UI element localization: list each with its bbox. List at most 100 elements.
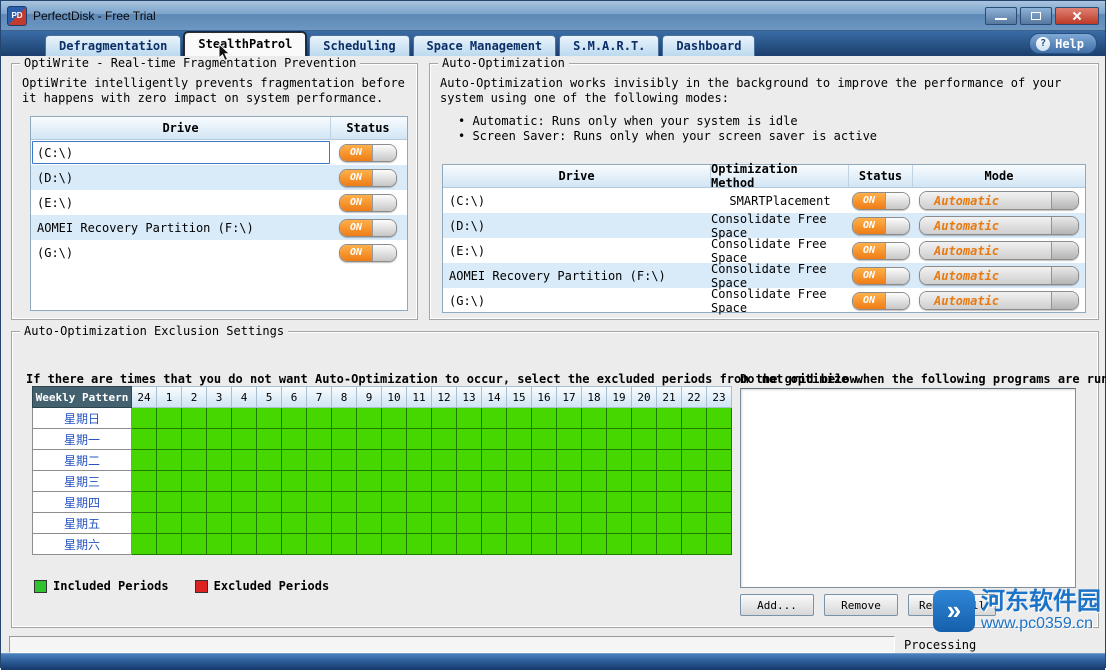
status-toggle[interactable]: ON	[339, 144, 397, 162]
period-cell[interactable]	[582, 471, 607, 492]
period-cell[interactable]	[607, 513, 632, 534]
period-cell[interactable]	[132, 513, 157, 534]
period-cell[interactable]	[457, 450, 482, 471]
period-cell[interactable]	[357, 408, 382, 429]
period-cell[interactable]	[282, 492, 307, 513]
period-cell[interactable]	[207, 471, 232, 492]
period-cell[interactable]	[482, 534, 507, 555]
period-cell[interactable]	[307, 408, 332, 429]
period-cell[interactable]	[657, 513, 682, 534]
day-label[interactable]: 星期日	[32, 408, 132, 429]
period-cell[interactable]	[332, 429, 357, 450]
period-cell[interactable]	[332, 534, 357, 555]
period-cell[interactable]	[507, 471, 532, 492]
table-row[interactable]: (C:\) SMARTPlacement ON Automatic	[443, 188, 1085, 213]
period-cell[interactable]	[207, 450, 232, 471]
period-cell[interactable]	[632, 492, 657, 513]
period-cell[interactable]	[432, 471, 457, 492]
period-cell[interactable]	[707, 408, 732, 429]
table-row[interactable]: (E:\) ON	[31, 190, 407, 215]
period-cell[interactable]	[232, 534, 257, 555]
period-cell[interactable]	[482, 513, 507, 534]
period-cell[interactable]	[307, 534, 332, 555]
period-cell[interactable]	[532, 429, 557, 450]
period-cell[interactable]	[682, 513, 707, 534]
period-cell[interactable]	[457, 471, 482, 492]
period-cell[interactable]	[557, 408, 582, 429]
period-cell[interactable]	[657, 471, 682, 492]
period-cell[interactable]	[182, 429, 207, 450]
period-cell[interactable]	[482, 408, 507, 429]
tab-stealthpatrol[interactable]: StealthPatrol	[184, 32, 306, 56]
period-cell[interactable]	[182, 450, 207, 471]
period-cell[interactable]	[707, 534, 732, 555]
period-cell[interactable]	[532, 492, 557, 513]
period-cell[interactable]	[282, 429, 307, 450]
period-cell[interactable]	[332, 513, 357, 534]
period-cell[interactable]	[657, 450, 682, 471]
table-row[interactable]: (G:\) ON	[31, 240, 407, 265]
period-cell[interactable]	[132, 450, 157, 471]
period-cell[interactable]	[507, 534, 532, 555]
period-cell[interactable]	[557, 450, 582, 471]
period-cell[interactable]	[632, 408, 657, 429]
period-cell[interactable]	[357, 534, 382, 555]
period-cell[interactable]	[382, 513, 407, 534]
period-cell[interactable]	[257, 471, 282, 492]
period-cell[interactable]	[157, 408, 182, 429]
period-cell[interactable]	[132, 471, 157, 492]
period-cell[interactable]	[482, 492, 507, 513]
period-cell[interactable]	[632, 450, 657, 471]
mode-button[interactable]: Automatic	[919, 216, 1079, 235]
period-cell[interactable]	[582, 492, 607, 513]
period-cell[interactable]	[257, 408, 282, 429]
period-cell[interactable]	[382, 450, 407, 471]
add-button[interactable]: Add...	[740, 594, 814, 616]
period-cell[interactable]	[407, 450, 432, 471]
period-cell[interactable]	[407, 429, 432, 450]
status-toggle[interactable]: ON	[852, 267, 910, 285]
period-cell[interactable]	[282, 408, 307, 429]
period-cell[interactable]	[607, 471, 632, 492]
period-cell[interactable]	[707, 429, 732, 450]
period-cell[interactable]	[632, 534, 657, 555]
period-cell[interactable]	[407, 513, 432, 534]
day-label[interactable]: 星期一	[32, 429, 132, 450]
table-row[interactable]: AOMEI Recovery Partition (F:\) ON	[31, 215, 407, 240]
period-cell[interactable]	[257, 429, 282, 450]
period-cell[interactable]	[382, 492, 407, 513]
mode-button[interactable]: Automatic	[919, 241, 1079, 260]
maximize-button[interactable]	[1020, 7, 1052, 25]
period-cell[interactable]	[457, 492, 482, 513]
period-cell[interactable]	[382, 534, 407, 555]
period-cell[interactable]	[307, 471, 332, 492]
period-cell[interactable]	[582, 429, 607, 450]
period-cell[interactable]	[557, 429, 582, 450]
period-cell[interactable]	[157, 513, 182, 534]
period-cell[interactable]	[257, 450, 282, 471]
period-cell[interactable]	[457, 429, 482, 450]
period-cell[interactable]	[382, 429, 407, 450]
period-cell[interactable]	[382, 471, 407, 492]
period-cell[interactable]	[532, 471, 557, 492]
period-cell[interactable]	[607, 492, 632, 513]
period-cell[interactable]	[207, 513, 232, 534]
period-cell[interactable]	[182, 513, 207, 534]
period-cell[interactable]	[557, 534, 582, 555]
period-cell[interactable]	[132, 408, 157, 429]
period-cell[interactable]	[632, 513, 657, 534]
day-label[interactable]: 星期六	[32, 534, 132, 555]
period-cell[interactable]	[232, 408, 257, 429]
period-cell[interactable]	[682, 450, 707, 471]
period-cell[interactable]	[282, 450, 307, 471]
period-cell[interactable]	[532, 534, 557, 555]
period-cell[interactable]	[307, 492, 332, 513]
period-cell[interactable]	[232, 492, 257, 513]
period-cell[interactable]	[282, 513, 307, 534]
period-cell[interactable]	[507, 450, 532, 471]
status-toggle[interactable]: ON	[852, 292, 910, 310]
period-cell[interactable]	[607, 450, 632, 471]
period-cell[interactable]	[207, 534, 232, 555]
period-cell[interactable]	[307, 513, 332, 534]
period-cell[interactable]	[707, 513, 732, 534]
